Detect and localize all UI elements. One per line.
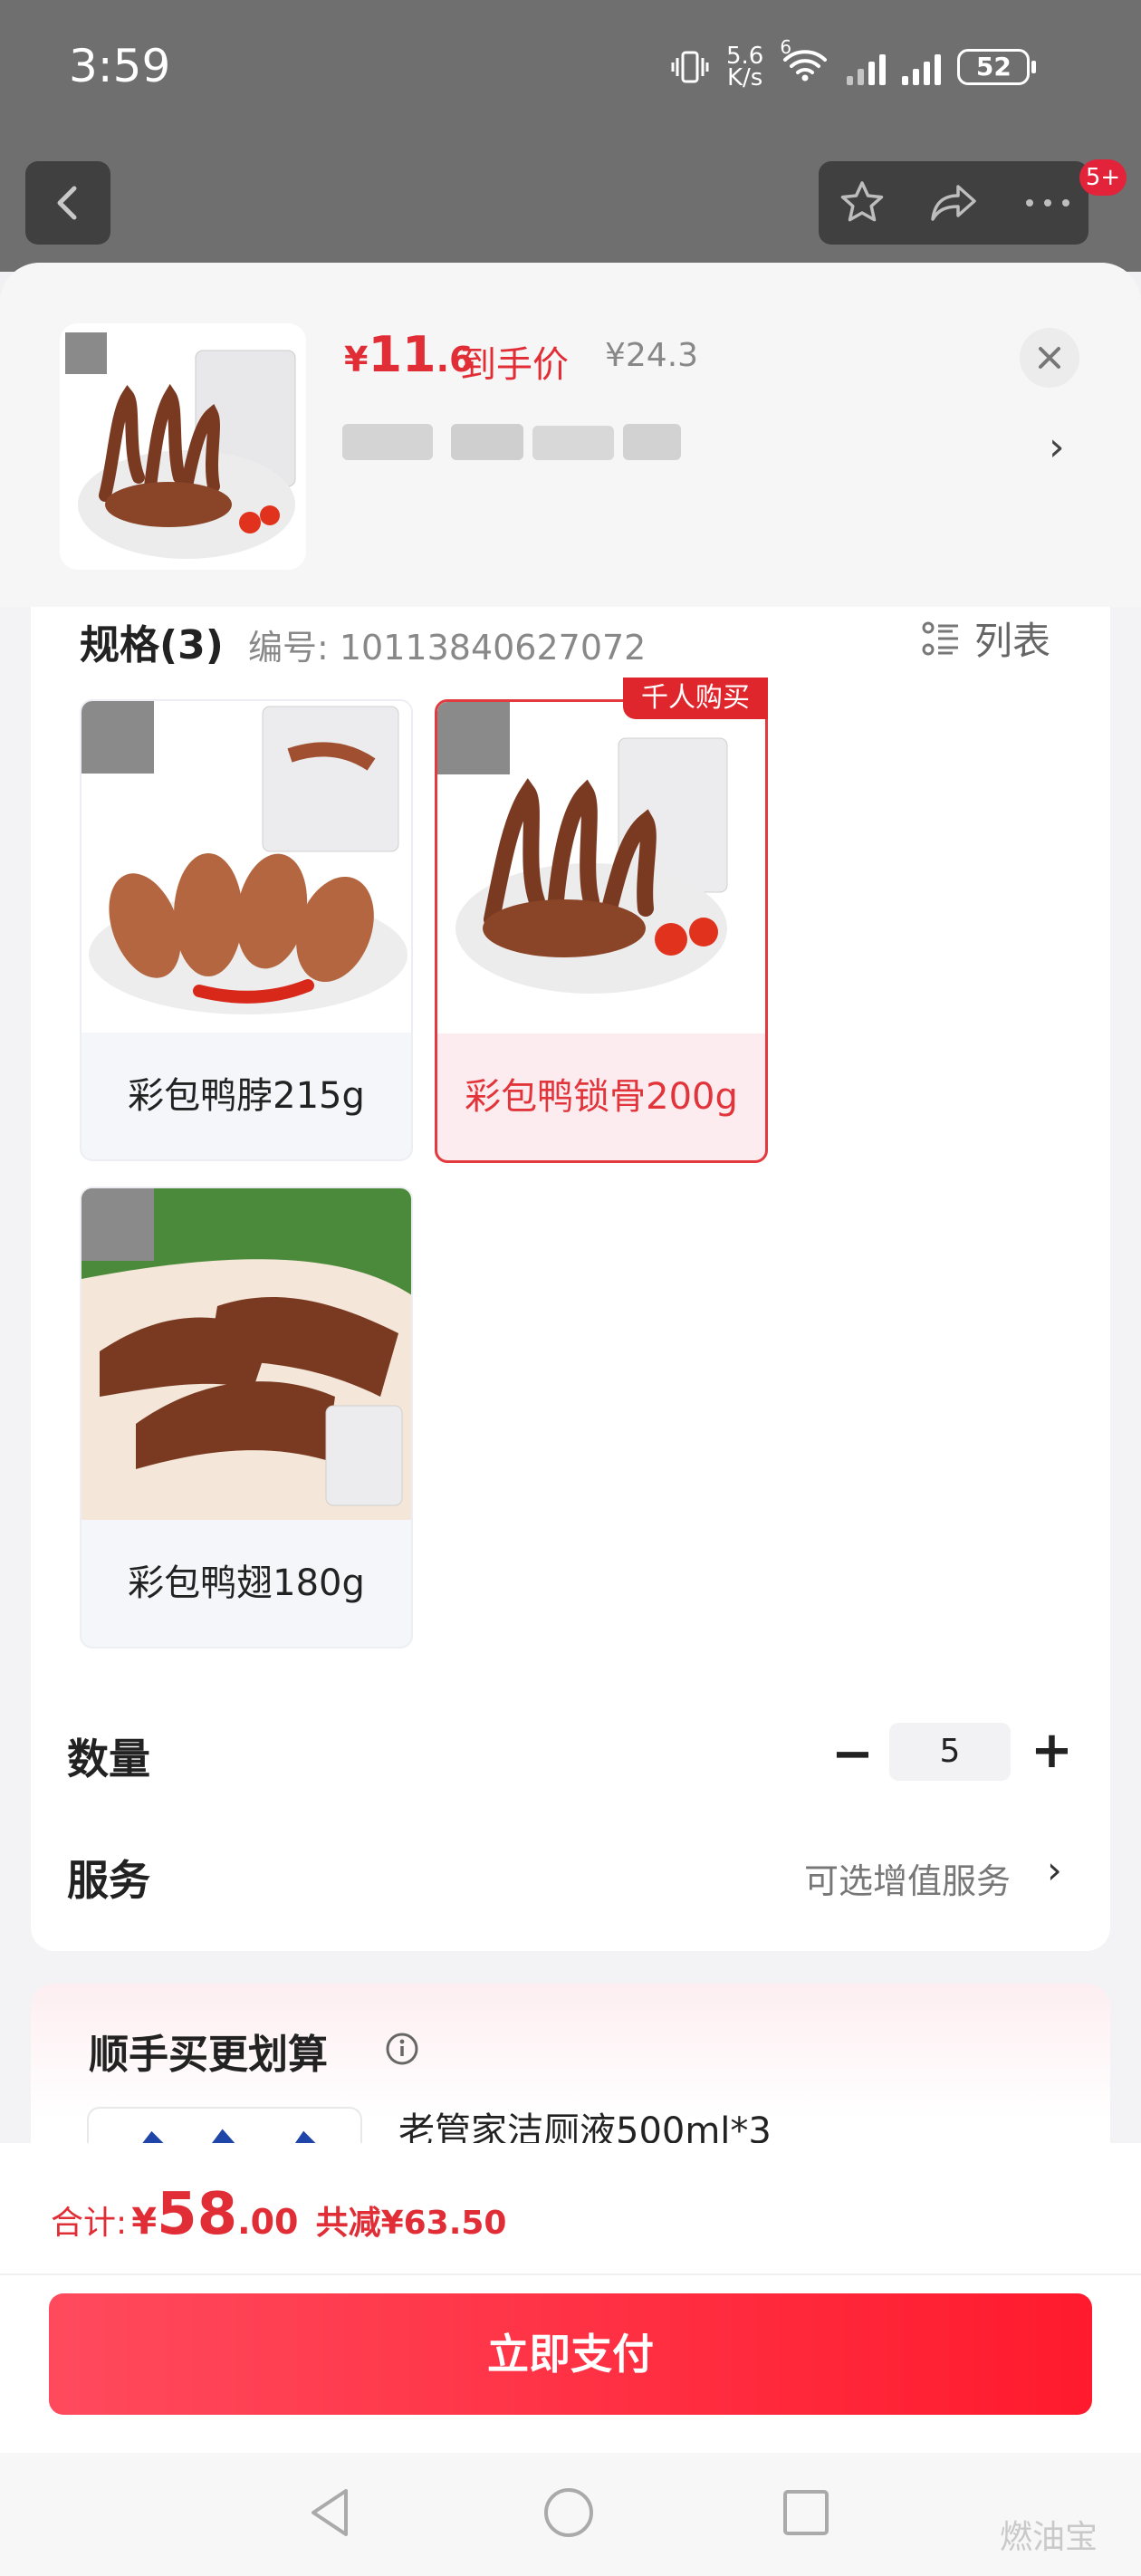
signal-icon-1 [847, 49, 887, 85]
list-toggle-label: 列表 [974, 619, 1051, 663]
sku-label: 彩包鸭翅180g [128, 1562, 365, 1604]
brand-logo [437, 702, 510, 774]
upsell-title: 顺手买更划算 [89, 2032, 328, 2078]
hot-purchase-tag: 千人购买 [623, 678, 768, 719]
list-icon [922, 621, 958, 655]
total-currency: ¥ [131, 2201, 158, 2243]
price-integer: 11 [368, 326, 436, 383]
chevron-right-icon[interactable]: › [1049, 424, 1065, 470]
sku-option-duck-neck[interactable]: 彩包鸭脖215g [80, 699, 413, 1161]
close-icon [1039, 347, 1060, 369]
divider [0, 2273, 1141, 2275]
signal-icon-2 [902, 49, 942, 85]
more-icon[interactable] [1023, 194, 1072, 212]
sku-image [82, 701, 411, 1033]
sku-label: 彩包鸭脖215g [128, 1075, 365, 1117]
nav-recents-icon[interactable] [781, 2487, 831, 2538]
vibrate-icon [671, 51, 709, 82]
top-tools [819, 161, 1088, 245]
spec-code: 编号: 10113840627072 [248, 628, 647, 668]
nav-back-icon[interactable] [304, 2484, 355, 2542]
wifi-badge: 6 [780, 36, 792, 58]
back-button[interactable] [25, 161, 110, 245]
status-time: 3:59 [69, 40, 171, 92]
deal-price-label: 到手价 [460, 344, 569, 386]
sku-label: 彩包鸭锁骨200g [465, 1076, 738, 1118]
brand-logo [82, 1188, 154, 1261]
quantity-label: 数量 [67, 1735, 150, 1783]
spec-title: 规格(3) [80, 622, 224, 668]
chevron-right-icon[interactable]: › [1047, 1848, 1062, 1892]
net-speed-value: 5.6 [726, 42, 764, 70]
sku-image [437, 702, 765, 1033]
price-currency: ¥ [344, 340, 369, 380]
service-label: 服务 [67, 1856, 150, 1905]
total-decimal: .00 [237, 2202, 299, 2242]
wifi-indicator: 6 [780, 36, 830, 90]
battery-icon: 52 [957, 48, 1037, 85]
blurred-product-title [342, 418, 686, 469]
list-toggle[interactable]: 列表 [920, 610, 1050, 666]
system-nav-bar [0, 2453, 1141, 2576]
service-value[interactable]: 可选增值服务 [804, 1853, 1011, 1903]
watermark: 燃油宝 [1000, 2519, 1098, 2556]
quantity-input[interactable]: 5 [889, 1723, 1011, 1781]
total-label: 合计: [51, 2205, 128, 2242]
quantity-increase-button[interactable]: + [1031, 1721, 1073, 1780]
nav-home-icon[interactable] [542, 2485, 596, 2540]
deal-price: ¥11.6 [344, 326, 474, 383]
share-icon[interactable] [927, 178, 982, 228]
total-savings: 共减¥63.50 [315, 2205, 507, 2242]
net-speed: 5.6 K/s [726, 42, 764, 91]
sku-image [82, 1188, 411, 1520]
info-icon[interactable] [384, 2031, 420, 2071]
original-price: ¥24.3 [605, 337, 699, 374]
total-integer: 58 [157, 2181, 238, 2248]
sku-option-duck-collarbone[interactable]: 彩包鸭锁骨200g [435, 699, 768, 1163]
close-button[interactable] [1020, 328, 1079, 388]
product-thumbnail [60, 323, 306, 570]
quantity-decrease-button[interactable]: − [831, 1725, 874, 1783]
pay-now-button[interactable]: 立即支付 [49, 2293, 1092, 2415]
net-speed-unit: K/s [727, 63, 763, 91]
product-image [60, 323, 306, 570]
sku-option-duck-wing[interactable]: 彩包鸭翅180g [80, 1187, 413, 1648]
notification-badge: 5+ [1079, 159, 1127, 196]
status-icons: 5.6 K/s 6 52 [670, 36, 1037, 91]
brand-logo [82, 701, 154, 774]
star-icon[interactable] [837, 178, 887, 228]
chevron-left-icon [57, 186, 77, 220]
total-summary: 合计: ¥58.00 共减¥63.50 [51, 2181, 506, 2248]
